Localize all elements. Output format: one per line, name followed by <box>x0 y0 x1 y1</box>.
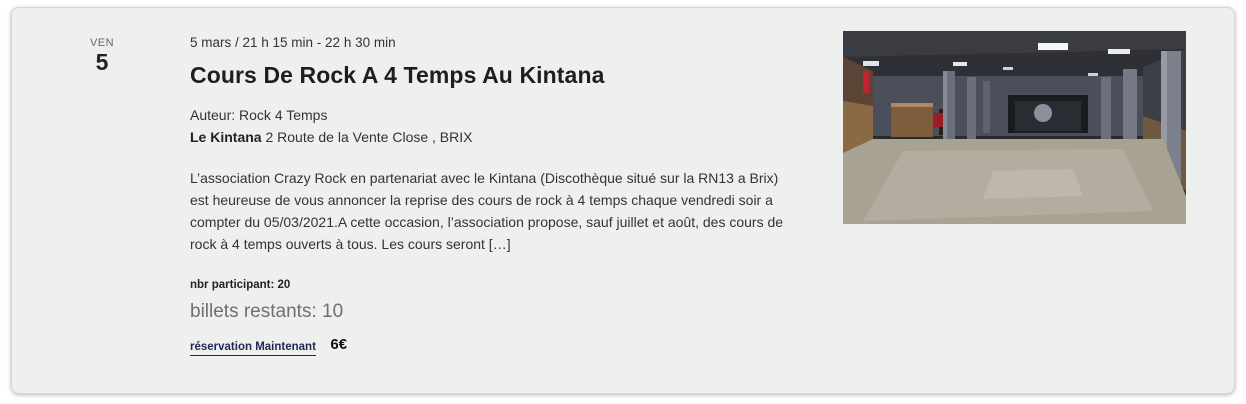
event-content: 5 mars / 21 h 15 min - 22 h 30 min Cours… <box>190 35 805 359</box>
event-venue: Le Kintana 2 Route de la Vente Close , B… <box>190 129 805 151</box>
venue-photo[interactable] <box>843 31 1186 224</box>
event-date-block: VEN 5 <box>80 37 124 74</box>
venue-address: 2 Route de la Vente Close , BRIX <box>265 129 473 145</box>
booking-row: réservation Maintenant 6€ <box>190 336 805 359</box>
venue-photo-illustration <box>843 31 1186 224</box>
event-card: VEN 5 5 mars / 21 h 15 min - 22 h 30 min… <box>11 7 1235 394</box>
event-weekday: VEN <box>89 37 115 49</box>
tickets-remaining: billets restants: 10 <box>190 301 344 322</box>
event-author: Auteur: Rock 4 Temps <box>190 107 328 123</box>
event-day-number: 5 <box>95 49 109 75</box>
event-time-range: 5 mars / 21 h 15 min - 22 h 30 min <box>190 35 396 50</box>
event-description: L’association Crazy Rock en partenariat … <box>190 170 784 252</box>
venue-name[interactable]: Le Kintana <box>190 129 262 145</box>
event-price: 6€ <box>330 336 348 353</box>
reserve-now-link[interactable]: réservation Maintenant <box>190 341 316 356</box>
event-title[interactable]: Cours De Rock A 4 Temps Au Kintana <box>190 62 805 94</box>
participant-count: nbr participant: 20 <box>190 279 291 291</box>
